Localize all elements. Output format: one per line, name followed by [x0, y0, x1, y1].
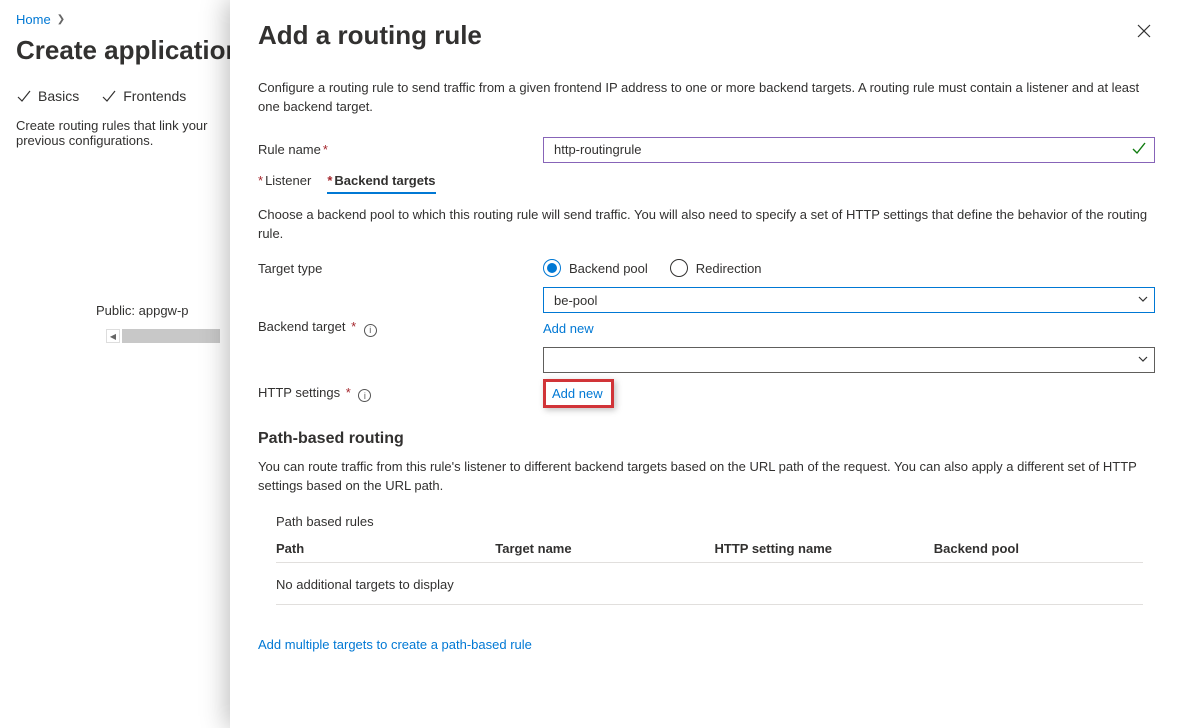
routing-rule-panel: Add a routing rule Configure a routing r…: [230, 0, 1179, 728]
valid-check-icon: [1132, 141, 1146, 158]
panel-tabs: *Listener *Backend targets: [258, 173, 1155, 194]
check-icon: [101, 88, 117, 104]
chevron-right-icon: ❯: [57, 14, 65, 25]
th-path: Path: [276, 541, 485, 556]
step-frontends[interactable]: Frontends: [101, 88, 186, 104]
step-label: Basics: [38, 88, 79, 104]
th-backend-pool: Backend pool: [934, 541, 1143, 556]
th-http-setting: HTTP setting name: [715, 541, 924, 556]
check-icon: [16, 88, 32, 104]
scroll-left-icon[interactable]: ◀: [106, 329, 120, 343]
chevron-down-icon: [1138, 354, 1148, 366]
breadcrumb-home[interactable]: Home: [16, 12, 51, 27]
http-settings-select[interactable]: [543, 347, 1155, 373]
tab-backend-targets[interactable]: *Backend targets: [327, 173, 435, 194]
backend-section-description: Choose a backend pool to which this rout…: [258, 206, 1155, 244]
step-basics[interactable]: Basics: [16, 88, 79, 104]
backend-target-select[interactable]: be-pool: [543, 287, 1155, 313]
radio-redirection[interactable]: Redirection: [670, 259, 762, 277]
add-new-http-settings-link[interactable]: Add new: [543, 379, 614, 408]
add-multiple-targets-link[interactable]: Add multiple targets to create a path-ba…: [258, 637, 1155, 652]
tab-listener[interactable]: *Listener: [258, 173, 311, 194]
step-label: Frontends: [123, 88, 186, 104]
rule-name-input[interactable]: http-routingrule: [543, 137, 1155, 163]
path-based-routing-heading: Path-based routing: [258, 430, 1155, 448]
target-type-label: Target type: [258, 261, 543, 276]
close-icon[interactable]: [1133, 20, 1155, 45]
page-description: Create routing rules that link your prev…: [16, 118, 236, 148]
rule-name-label: Rule name*: [258, 142, 543, 157]
http-settings-label: HTTP settings * i: [258, 385, 543, 403]
backend-target-label: Backend target * i: [258, 319, 543, 337]
radio-backend-pool[interactable]: Backend pool: [543, 259, 648, 277]
info-icon[interactable]: i: [358, 389, 371, 402]
path-based-routing-description: You can route traffic from this rule's l…: [258, 458, 1155, 496]
panel-title: Add a routing rule: [258, 20, 482, 51]
table-empty-row: No additional targets to display: [276, 563, 1143, 605]
th-target-name: Target name: [495, 541, 704, 556]
table-title: Path based rules: [276, 514, 1143, 529]
target-type-radiogroup: Backend pool Redirection: [543, 259, 762, 277]
info-icon[interactable]: i: [364, 324, 377, 337]
add-new-backend-target-link[interactable]: Add new: [543, 321, 594, 336]
path-rules-table: Path based rules Path Target name HTTP s…: [276, 514, 1143, 605]
chevron-down-icon: [1138, 294, 1148, 306]
panel-description: Configure a routing rule to send traffic…: [258, 79, 1155, 117]
